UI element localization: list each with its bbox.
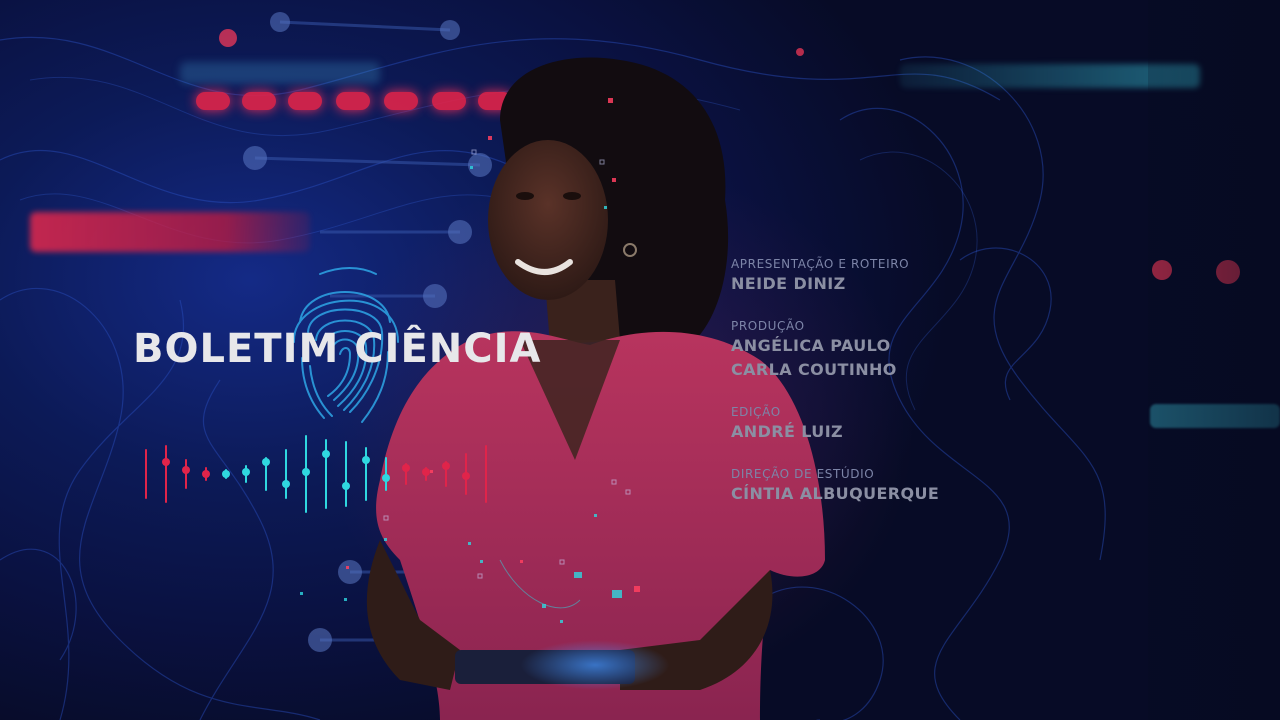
credit-name: CARLA COUTINHO	[731, 360, 897, 379]
credits-block: APRESENTAÇÃO E ROTEIRO NEIDE DINIZ PRODU…	[731, 256, 1061, 528]
credit-name: ANGÉLICA PAULO	[731, 336, 891, 355]
credit-name: ANDRÉ LUIZ	[731, 422, 844, 441]
credit-presentation: APRESENTAÇÃO E ROTEIRO NEIDE DINIZ	[731, 256, 1061, 296]
credit-studio-direction: DIREÇÃO DE ESTÚDIO CÍNTIA ALBUQUERQUE	[731, 466, 1061, 506]
credit-role: DIREÇÃO DE ESTÚDIO	[731, 467, 875, 481]
credit-production: PRODUÇÃO ANGÉLICA PAULO CARLA COUTINHO	[731, 318, 1061, 382]
credit-role: PRODUÇÃO	[731, 319, 805, 333]
audio-equalizer-icon	[145, 435, 487, 513]
right-edge-shade	[1148, 0, 1280, 720]
video-frame: BOLETIM CIÊNCIA APRESENTAÇÃO E ROTEIRO N…	[0, 0, 1280, 720]
credit-role: EDIÇÃO	[731, 405, 781, 419]
show-title: BOLETIM CIÊNCIA	[133, 326, 542, 372]
credit-editing: EDIÇÃO ANDRÉ LUIZ	[731, 404, 1061, 444]
credit-name: CÍNTIA ALBUQUERQUE	[731, 484, 940, 503]
credit-name: NEIDE DINIZ	[731, 274, 846, 293]
credit-role: APRESENTAÇÃO E ROTEIRO	[731, 257, 910, 271]
